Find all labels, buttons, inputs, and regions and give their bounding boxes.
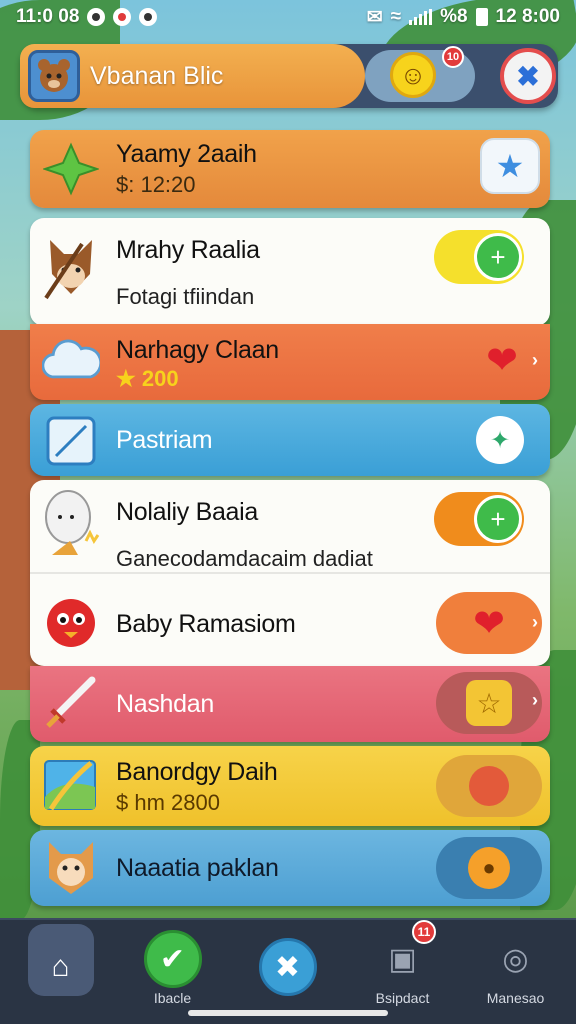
heart-icon[interactable]: ❤ — [486, 338, 518, 383]
status-time-left: 11:0 08 — [16, 6, 80, 27]
item-subtitle: Ganecodamdacaim dadiat — [116, 546, 373, 571]
item-title: Yaamy 2aaih — [116, 140, 257, 168]
nav-camera[interactable]: ▣ Bsipdact 11 — [345, 920, 460, 1016]
nav-battle[interactable]: ✖ — [230, 920, 345, 1016]
item-title: Naaatia paklan — [116, 854, 279, 882]
ghost-character-icon — [42, 490, 100, 555]
avatar[interactable] — [28, 50, 80, 102]
star-icon: ★ — [116, 366, 142, 391]
item-title: Banordgy Daih — [116, 758, 278, 786]
nav-badge: 11 — [412, 920, 436, 944]
signal-icon — [409, 9, 433, 25]
squirrel-avatar-icon — [38, 59, 70, 92]
plus-icon: + — [474, 495, 522, 543]
vibrate-icon: ✉ — [366, 6, 383, 28]
star-icon[interactable]: ★ — [480, 138, 540, 194]
item-score: 200 — [141, 366, 179, 391]
status-time-right: 12 8:00 — [495, 6, 560, 27]
crossed-swords-icon[interactable]: ✖ — [500, 48, 556, 104]
list-item[interactable]: Naaatia paklan ● — [30, 830, 550, 906]
fox-character-icon — [42, 238, 100, 300]
shell-icon — [469, 766, 509, 806]
favorite-button[interactable]: ❤ — [436, 592, 542, 654]
nav-messages[interactable]: ◎ Manesao — [458, 920, 573, 1016]
divider — [30, 572, 550, 574]
item-star-score: ★ 200 — [116, 366, 179, 392]
map-icon — [42, 756, 100, 814]
crossed-swords-icon: ✖ — [258, 938, 317, 996]
battery-percent: %8 — [440, 6, 468, 27]
notification-badge: 10 — [442, 46, 464, 68]
list-item[interactable]: Nashdan ☆ › — [30, 666, 550, 742]
cat-character-icon — [42, 838, 100, 896]
item-title: Pastriam — [116, 426, 213, 454]
bear-icon: ● — [468, 847, 510, 889]
cloud-icon — [42, 332, 100, 390]
action-button[interactable]: ● — [436, 837, 542, 899]
red-bird-icon — [42, 592, 100, 650]
heart-icon: ❤ — [473, 602, 505, 645]
item-title: Narhagy Claan — [116, 336, 279, 364]
item-title: Nolaliy Baaia — [116, 498, 259, 526]
plus-icon: + — [474, 233, 522, 281]
list-item[interactable]: Narhagy Claan ★ 200 ❤ › — [30, 324, 550, 400]
battery-icon — [475, 8, 488, 26]
sword-box-icon — [42, 412, 100, 470]
heart-notification-icon — [113, 8, 132, 26]
item-price: $ hm 2800 — [116, 790, 220, 815]
chevron-right-icon: › — [532, 350, 538, 370]
item-title: Nashdan — [116, 690, 214, 718]
checkmark-icon: ✔ — [143, 930, 202, 988]
notification-icon — [87, 8, 106, 26]
status-bar: 11:0 08 ✉ ≈ %8 12 8:00 — [0, 0, 576, 34]
list-item[interactable]: Nolaliy Baaia Ganecodamdacaim dadiat + B… — [30, 480, 550, 666]
sword-icon — [42, 674, 100, 732]
item-title: Baby Ramasiom — [116, 610, 296, 638]
nav-check[interactable]: ✔ Ibacle — [115, 920, 230, 1016]
app-notification-icon — [139, 8, 158, 26]
list-item[interactable]: Yaamy 2aaih $: 12:20 ★ — [30, 130, 550, 208]
item-title: Mrahy Raalia — [116, 236, 260, 264]
star-button[interactable]: ☆ — [436, 672, 542, 734]
smiley-emoji-icon[interactable]: ☺ — [390, 52, 436, 98]
item-price: $: 12:20 — [116, 172, 196, 197]
player-name: Vbanan Blic — [90, 62, 224, 90]
star-icon: ☆ — [466, 680, 512, 726]
profile-header: Vbanan Blic — [20, 44, 558, 108]
profile-name-plate[interactable]: Vbanan Blic — [20, 44, 365, 108]
target-icon: ◎ — [502, 942, 529, 976]
nav-label: Bsipdact — [375, 990, 430, 1006]
home-icon: ⌂ — [51, 950, 70, 983]
action-button[interactable] — [436, 755, 542, 817]
home-indicator[interactable] — [188, 1010, 388, 1016]
nav-label: Manesao — [486, 990, 545, 1006]
bottom-navigation: ⌂ ✔ Ibacle ✖ ▣ Bsipdact 11 ◎ Manesao — [0, 918, 576, 1024]
item-subtitle: Fotagi tfiindan — [116, 284, 255, 309]
chevron-right-icon: › — [532, 690, 538, 710]
leaf-icon[interactable]: ✦ — [476, 416, 524, 464]
list-item[interactable]: Mrahy Raalia Fotagi tfiindan + — [30, 218, 550, 326]
toggle-switch[interactable]: + — [434, 492, 524, 546]
nav-label: Ibacle — [153, 990, 192, 1006]
toggle-switch[interactable]: + — [434, 230, 524, 284]
list-item[interactable]: Banordgy Daih $ hm 2800 — [30, 746, 550, 826]
list-item[interactable]: Pastriam ✦ — [30, 404, 550, 476]
nav-home[interactable]: ⌂ — [3, 920, 118, 1016]
chevron-right-icon: › — [532, 612, 538, 632]
green-gem-icon — [42, 140, 100, 198]
wifi-icon: ≈ — [390, 6, 402, 27]
